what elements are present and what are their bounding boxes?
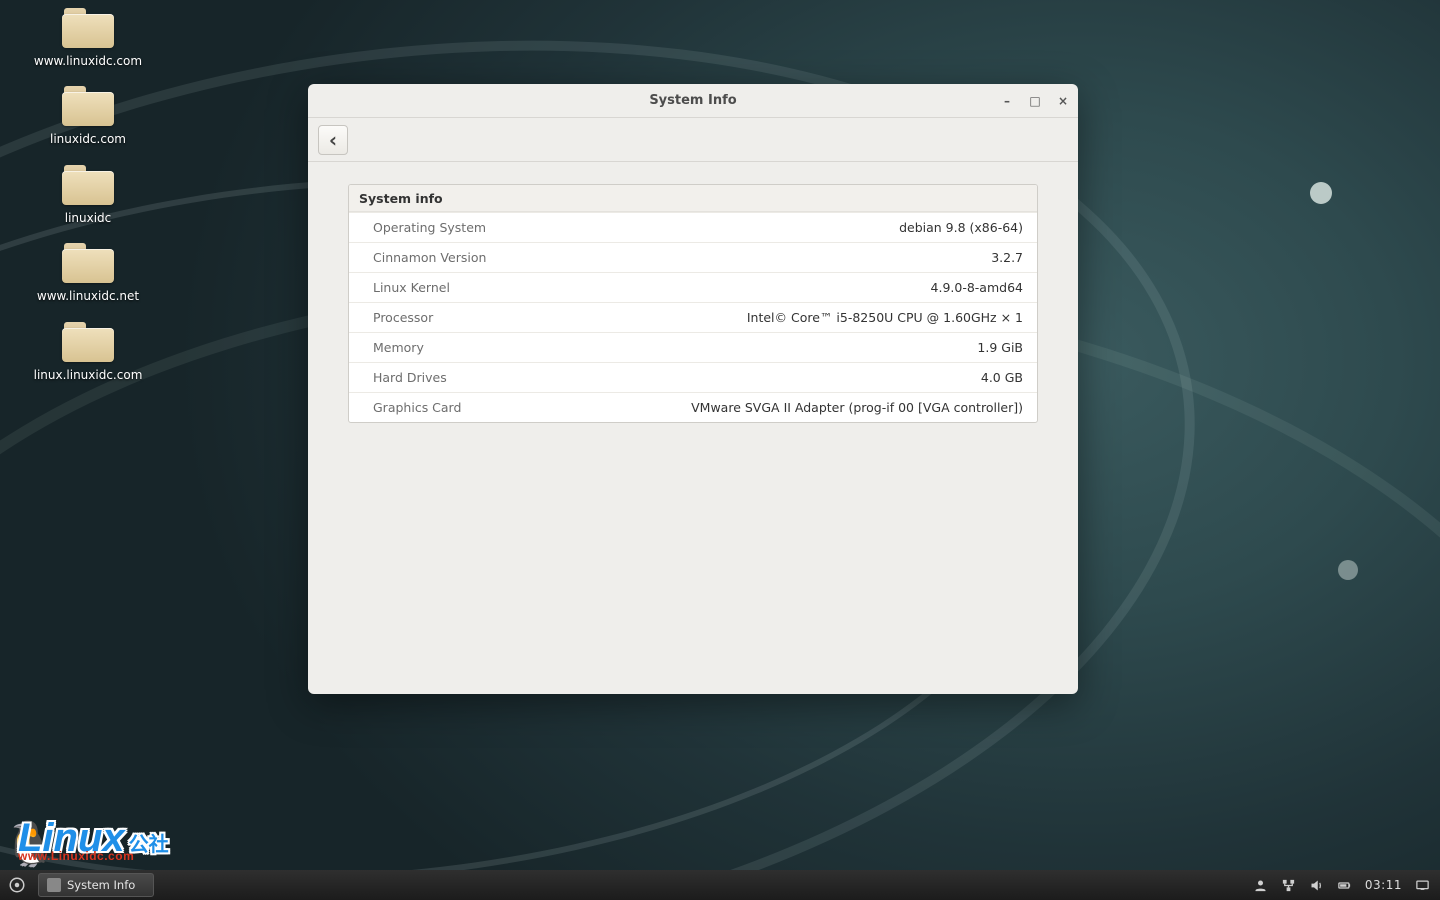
minimize-button[interactable]: – bbox=[1000, 94, 1014, 108]
volume-icon[interactable] bbox=[1309, 877, 1325, 893]
row-label: Graphics Card bbox=[373, 400, 461, 415]
taskbar[interactable]: System Info 03:11 bbox=[0, 870, 1440, 900]
row-label: Linux Kernel bbox=[373, 280, 450, 295]
desktop-icon-label: linux.linuxidc.com bbox=[34, 368, 143, 382]
row-value: 4.9.0-8-amd64 bbox=[931, 280, 1023, 295]
row-label: Memory bbox=[373, 340, 424, 355]
desktop-folder[interactable]: linux.linuxidc.com bbox=[28, 322, 148, 382]
row-label: Processor bbox=[373, 310, 433, 325]
window-controls: – □ × bbox=[1000, 84, 1070, 118]
desktop: www.linuxidc.com linuxidc.com linuxidc w… bbox=[0, 0, 1440, 900]
desktop-icon-label: www.linuxidc.net bbox=[37, 289, 139, 303]
window-titlebar[interactable]: System Info – □ × bbox=[308, 84, 1078, 118]
row-value: 1.9 GiB bbox=[977, 340, 1023, 355]
desktop-icon-label: linuxidc.com bbox=[50, 132, 126, 146]
desktop-icon-label: www.linuxidc.com bbox=[34, 54, 142, 68]
desktop-folder[interactable]: linuxidc bbox=[28, 165, 148, 225]
row-label: Operating System bbox=[373, 220, 486, 235]
maximize-icon: □ bbox=[1029, 94, 1040, 108]
info-row-memory: Memory 1.9 GiB bbox=[349, 332, 1037, 362]
folder-icon bbox=[62, 165, 114, 205]
wallpaper-dot bbox=[1338, 560, 1358, 580]
row-value: VMware SVGA II Adapter (prog-if 00 [VGA … bbox=[691, 400, 1023, 415]
window-content: System info Operating System debian 9.8 … bbox=[308, 162, 1078, 694]
row-label: Hard Drives bbox=[373, 370, 447, 385]
section-header: System info bbox=[349, 185, 1037, 212]
taskbar-item-system-info[interactable]: System Info bbox=[38, 873, 154, 897]
maximize-button[interactable]: □ bbox=[1028, 94, 1042, 108]
info-row-processor: Processor Intel© Core™ i5-8250U CPU @ 1.… bbox=[349, 302, 1037, 332]
folder-icon bbox=[62, 8, 114, 48]
app-icon bbox=[47, 878, 61, 892]
info-row-os: Operating System debian 9.8 (x86-64) bbox=[349, 212, 1037, 242]
window-title: System Info bbox=[649, 93, 736, 108]
watermark: Linux公社 www.Linuxidc.com bbox=[18, 822, 169, 862]
minimize-icon: – bbox=[1004, 94, 1010, 108]
folder-icon bbox=[62, 322, 114, 362]
system-info-window[interactable]: System Info – □ × ‹ System info Operatin… bbox=[308, 84, 1078, 694]
system-tray: 03:11 bbox=[1253, 870, 1440, 900]
taskbar-left: System Info bbox=[0, 870, 154, 900]
desktop-icons: www.linuxidc.com linuxidc.com linuxidc w… bbox=[28, 8, 148, 382]
desktop-folder[interactable]: linuxidc.com bbox=[28, 86, 148, 146]
info-row-drives: Hard Drives 4.0 GB bbox=[349, 362, 1037, 392]
desktop-folder[interactable]: www.linuxidc.net bbox=[28, 243, 148, 303]
user-icon[interactable] bbox=[1253, 877, 1269, 893]
folder-icon bbox=[62, 243, 114, 283]
desktop-folder[interactable]: www.linuxidc.com bbox=[28, 8, 148, 68]
cinnamon-menu-icon bbox=[8, 876, 26, 894]
info-row-gpu: Graphics Card VMware SVGA II Adapter (pr… bbox=[349, 392, 1037, 422]
chevron-left-icon: ‹ bbox=[329, 128, 337, 152]
clock[interactable]: 03:11 bbox=[1365, 878, 1402, 892]
info-row-cinnamon: Cinnamon Version 3.2.7 bbox=[349, 242, 1037, 272]
row-label: Cinnamon Version bbox=[373, 250, 486, 265]
row-value: debian 9.8 (x86-64) bbox=[899, 220, 1023, 235]
system-info-box: System info Operating System debian 9.8 … bbox=[348, 184, 1038, 423]
battery-icon[interactable] bbox=[1337, 877, 1353, 893]
row-value: 3.2.7 bbox=[991, 250, 1023, 265]
folder-icon bbox=[62, 86, 114, 126]
menu-button[interactable] bbox=[0, 870, 34, 900]
row-value: 4.0 GB bbox=[981, 370, 1023, 385]
taskbar-item-label: System Info bbox=[67, 878, 135, 892]
watermark-suffix: 公社 bbox=[129, 834, 169, 856]
desktop-icon-label: linuxidc bbox=[65, 211, 112, 225]
show-desktop-icon[interactable] bbox=[1414, 877, 1430, 893]
network-icon[interactable] bbox=[1281, 877, 1297, 893]
close-button[interactable]: × bbox=[1056, 94, 1070, 108]
row-value: Intel© Core™ i5-8250U CPU @ 1.60GHz × 1 bbox=[747, 310, 1023, 325]
close-icon: × bbox=[1058, 94, 1068, 108]
info-row-kernel: Linux Kernel 4.9.0-8-amd64 bbox=[349, 272, 1037, 302]
back-button[interactable]: ‹ bbox=[318, 125, 348, 155]
window-toolbar: ‹ bbox=[308, 118, 1078, 162]
wallpaper-dot bbox=[1310, 182, 1332, 204]
